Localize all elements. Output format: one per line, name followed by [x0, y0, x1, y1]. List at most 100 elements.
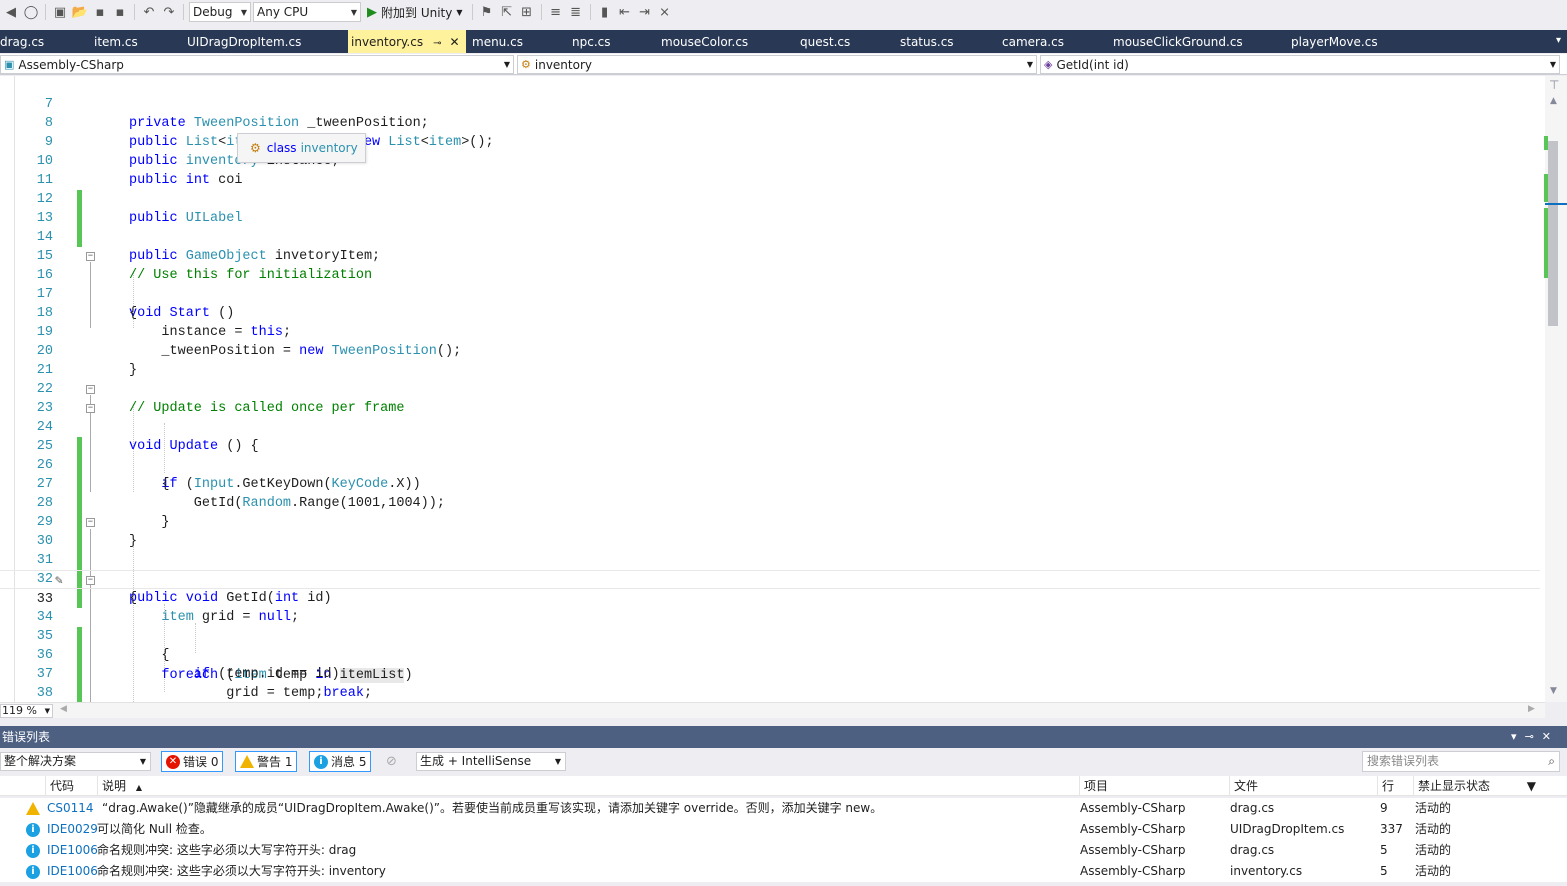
pin-icon[interactable]: ⊸: [433, 38, 441, 49]
tab-inventory-cs[interactable]: inventory.cs ⊸ ✕: [348, 30, 466, 53]
error-row[interactable]: i IDE1006 命名规则冲突: 这些字必须以大写字符开头: drag Ass…: [0, 840, 1567, 861]
scroll-down-icon[interactable]: ▼: [1550, 686, 1557, 696]
solution-platform-dropdown[interactable]: Any CPU ▼: [253, 2, 361, 22]
column-project[interactable]: 项目: [1080, 776, 1230, 796]
redo-icon[interactable]: ↷: [160, 3, 178, 21]
tab-menu-cs[interactable]: menu.cs: [472, 30, 523, 53]
filter-icon[interactable]: ▼: [1527, 776, 1536, 796]
type-dropdown[interactable]: ⚙ inventory ▼: [517, 55, 1037, 74]
toolbar-separator: [45, 4, 46, 20]
project-dropdown[interactable]: ▣ Assembly-CSharp ▼: [0, 55, 514, 74]
scroll-left-icon[interactable]: ◀: [60, 704, 67, 714]
code-line: 28 }: [0, 475, 1545, 549]
scope-dropdown[interactable]: 整个解决方案 ▼: [0, 752, 151, 771]
error-row[interactable]: i IDE0029 可以简化 Null 检查。 Assembly-CSharp …: [0, 819, 1567, 840]
comment-lines-icon[interactable]: ≡: [547, 3, 565, 21]
code-line: 24 − if (Input.GetKeyDown(KeyCode.X)): [0, 399, 1545, 493]
code-line: 11 public UILabel: [0, 152, 1545, 226]
solution-platform-value: Any CPU: [257, 5, 309, 19]
info-icon: i: [26, 844, 40, 858]
info-icon: i: [314, 754, 328, 769]
solution-configuration-dropdown[interactable]: Debug ▼: [189, 2, 251, 22]
code-line: 36 grid = temp;break;: [0, 627, 1545, 701]
tab-npc-cs[interactable]: npc.cs: [572, 30, 610, 53]
prev-bookmark-icon[interactable]: ⇤: [616, 3, 634, 21]
error-file: inventory.cs: [1230, 864, 1303, 878]
new-project-icon[interactable]: ▣: [51, 3, 69, 21]
collapse-icon[interactable]: −: [86, 576, 95, 585]
quick-actions-brush-icon[interactable]: ✎: [55, 571, 63, 590]
filter-clear-icon[interactable]: ⊘: [386, 754, 397, 769]
error-project: Assembly-CSharp: [1080, 843, 1186, 857]
tab-item-cs[interactable]: item.cs: [94, 30, 138, 53]
column-severity[interactable]: [0, 776, 46, 796]
error-description: 命名规则冲突: 这些字必须以大写字符开头: inventory: [97, 864, 386, 878]
type-value: inventory: [534, 57, 592, 72]
collapse-icon[interactable]: −: [86, 518, 95, 527]
layout-icon[interactable]: ⊞: [518, 3, 536, 21]
tab-mouseclickground-cs[interactable]: mouseClickGround.cs: [1113, 30, 1243, 53]
search-error-list-input[interactable]: 搜索错误列表 ⌕: [1362, 751, 1560, 772]
open-file-icon[interactable]: 📂: [71, 3, 89, 21]
member-dropdown[interactable]: ◈ GetId(int id) ▼: [1040, 55, 1560, 74]
tab-drag-cs[interactable]: drag.cs: [0, 30, 44, 53]
tab-status-cs[interactable]: status.cs: [900, 30, 954, 53]
error-code-link[interactable]: CS0114: [47, 798, 94, 819]
error-row[interactable]: CS0114 “drag.Awake()”隐藏继承的成员“UIDragDropI…: [0, 798, 1567, 819]
code-editor[interactable]: 7 private TweenPosition _tweenPosition; …: [0, 76, 1545, 702]
save-icon[interactable]: ▪: [91, 3, 109, 21]
close-icon[interactable]: ✕: [1542, 730, 1559, 743]
tooltip-type-name: inventory: [300, 141, 358, 155]
tab-camera-cs[interactable]: camera.cs: [1002, 30, 1064, 53]
column-code[interactable]: 代码: [46, 776, 98, 796]
build-intellisense-dropdown[interactable]: 生成 + IntelliSense ▼: [416, 752, 566, 771]
error-code-link[interactable]: IDE0029: [47, 819, 98, 840]
collapse-icon[interactable]: −: [86, 404, 95, 413]
pin-icon[interactable]: ⊸: [1525, 730, 1542, 743]
tab-quest-cs[interactable]: quest.cs: [800, 30, 850, 53]
split-window-icon[interactable]: ⊤: [1549, 78, 1559, 92]
tab-overflow-icon[interactable]: ▾: [1556, 35, 1561, 46]
error-description: 可以简化 Null 检查。: [97, 822, 212, 836]
column-line[interactable]: 行: [1378, 776, 1414, 796]
close-icon[interactable]: ✕: [449, 35, 459, 49]
scrollbar-thumb[interactable]: [1548, 141, 1558, 326]
tab-playermove-cs[interactable]: playerMove.cs: [1291, 30, 1378, 53]
scroll-right-icon[interactable]: ▶: [1528, 704, 1535, 714]
warnings-count-label: 警告 1: [257, 755, 293, 769]
next-bookmark-icon[interactable]: ⇥: [636, 3, 654, 21]
error-code-link[interactable]: IDE1006: [47, 840, 98, 861]
save-all-icon[interactable]: ▪: [111, 3, 129, 21]
errors-filter-button[interactable]: ✕ 错误 0: [161, 751, 224, 772]
column-description[interactable]: 说明 ▲: [98, 776, 1080, 796]
clear-bookmarks-icon[interactable]: ⨯: [656, 3, 674, 21]
column-suppression[interactable]: 禁止显示状态 ▼: [1414, 776, 1560, 796]
undo-icon[interactable]: ↶: [140, 3, 158, 21]
scroll-up-icon[interactable]: ▲: [1550, 96, 1557, 106]
attach-to-unity-label: 附加到 Unity: [381, 5, 453, 20]
step-icon[interactable]: ⇱: [498, 3, 516, 21]
code-line: 8 public List<item> itemList =new List<i…: [0, 95, 1545, 151]
messages-filter-button[interactable]: i 消息 5: [309, 751, 372, 772]
collapse-icon[interactable]: −: [86, 252, 95, 261]
error-row[interactable]: i IDE1006 命名规则冲突: 这些字必须以大写字符开头: inventor…: [0, 861, 1567, 882]
window-position-icon[interactable]: ▾: [1511, 730, 1525, 743]
uncomment-lines-icon[interactable]: ≣: [567, 3, 585, 21]
column-file[interactable]: 文件: [1230, 776, 1378, 796]
chevron-down-icon: ▼: [139, 757, 146, 766]
tab-uidragdropitem-cs[interactable]: UIDragDropItem.cs: [187, 30, 301, 53]
attach-to-unity-button[interactable]: ▶ 附加到 Unity ▼: [363, 2, 467, 22]
warnings-filter-button[interactable]: 警告 1: [235, 751, 298, 772]
zoom-dropdown[interactable]: 119 % ▼: [0, 704, 53, 718]
tab-inventory-label: inventory.cs: [351, 35, 424, 49]
bookmark-icon[interactable]: ▮: [596, 3, 614, 21]
code-line: 12: [0, 171, 1545, 228]
collapse-icon[interactable]: −: [86, 385, 95, 394]
back-icon[interactable]: ◀: [2, 3, 20, 21]
find-icon[interactable]: ⚑: [478, 3, 496, 21]
forward-icon[interactable]: ◯: [22, 3, 40, 21]
editor-vertical-scrollbar[interactable]: ⊤ ▲ ▼: [1544, 76, 1567, 702]
error-code-link[interactable]: IDE1006: [47, 861, 98, 882]
tab-mousecolor-cs[interactable]: mouseColor.cs: [661, 30, 748, 53]
current-code-line: 33 ✎ − foreach (item temp in itemList): [0, 570, 1540, 683]
